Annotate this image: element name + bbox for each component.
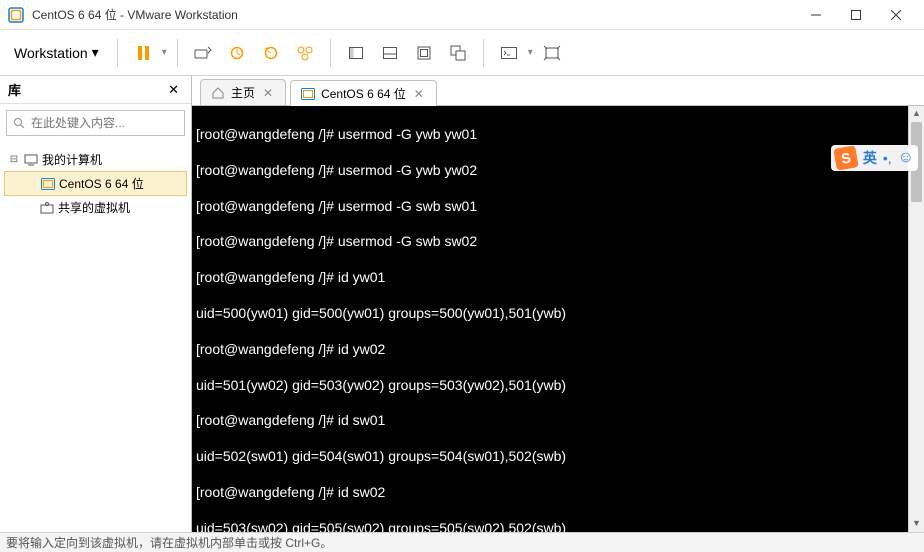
terminal-line: [root@wangdefeng /]# id yw01 xyxy=(196,269,920,287)
computer-icon xyxy=(24,154,38,166)
tree-collapse-icon[interactable]: ⊟ xyxy=(8,154,20,165)
terminal-line: [root@wangdefeng /]# usermod -G ywb yw02 xyxy=(196,162,920,180)
chevron-down-icon: ▾ xyxy=(92,44,99,61)
terminal-line: uid=502(sw01) gid=504(sw01) groups=504(s… xyxy=(196,448,920,466)
separator xyxy=(330,39,331,67)
terminal-line: [root@wangdefeng /]# usermod -G swb sw01 xyxy=(196,198,920,216)
send-ctrl-alt-del-button[interactable] xyxy=(188,38,218,68)
unity-button[interactable] xyxy=(443,38,473,68)
workstation-menu[interactable]: Workstation ▾ xyxy=(6,40,107,65)
pause-button[interactable] xyxy=(128,38,158,68)
manage-snapshots-button[interactable] xyxy=(290,38,320,68)
ime-emoji-icon: ☺ xyxy=(898,149,914,167)
revert-snapshot-button[interactable] xyxy=(256,38,286,68)
tab-label: CentOS 6 64 位 xyxy=(321,85,406,102)
tab-close-button[interactable]: ✕ xyxy=(412,87,426,101)
fullscreen-button[interactable] xyxy=(409,38,439,68)
tree-item-my-computer[interactable]: ⊟ 我的计算机 xyxy=(4,148,187,171)
terminal-line: uid=501(yw02) gid=503(yw02) groups=503(y… xyxy=(196,377,920,395)
tab-bar: 主页 ✕ CentOS 6 64 位 ✕ xyxy=(192,76,924,106)
terminal-line: [root@wangdefeng /]# id sw01 xyxy=(196,412,920,430)
ime-indicator[interactable]: S 英 •, ☺ xyxy=(831,145,918,171)
separator xyxy=(483,39,484,67)
terminal-line: [root@wangdefeng /]# usermod -G swb sw02 xyxy=(196,233,920,251)
window-title: CentOS 6 64 位 - VMware Workstation xyxy=(32,6,796,23)
tree-item-label: CentOS 6 64 位 xyxy=(59,175,144,192)
tree-item-shared-vms[interactable]: 共享的虚拟机 xyxy=(4,196,187,219)
statusbar-text: 要将输入定向到该虚拟机，请在虚拟机内部单击或按 Ctrl+G。 xyxy=(6,534,332,551)
library-tree: ⊟ 我的计算机 CentOS 6 64 位 共享的虚拟机 xyxy=(0,142,191,532)
tree-item-centos[interactable]: CentOS 6 64 位 xyxy=(4,171,187,196)
main-panel: 主页 ✕ CentOS 6 64 位 ✕ [root@wangdefeng /]… xyxy=(192,76,924,532)
stretch-guest-button[interactable] xyxy=(537,38,567,68)
toolbar: Workstation ▾ ▾ ▾ xyxy=(0,30,924,76)
search-input[interactable] xyxy=(31,116,186,130)
workstation-menu-label: Workstation xyxy=(14,45,88,61)
separator xyxy=(117,39,118,67)
terminal-line: [root@wangdefeng /]# id sw02 xyxy=(196,484,920,502)
home-icon xyxy=(211,87,225,99)
maximize-button[interactable] xyxy=(836,0,876,30)
tree-item-label: 共享的虚拟机 xyxy=(58,199,130,216)
vm-icon xyxy=(41,178,55,190)
snapshot-button[interactable] xyxy=(222,38,252,68)
sidebar-header: 库 ✕ xyxy=(0,76,191,104)
separator xyxy=(177,39,178,67)
sidebar-close-button[interactable]: ✕ xyxy=(164,82,183,98)
tab-label: 主页 xyxy=(231,84,255,101)
tab-centos[interactable]: CentOS 6 64 位 ✕ xyxy=(290,80,437,106)
console-view-button[interactable] xyxy=(494,38,524,68)
ime-language: 英 xyxy=(863,148,877,168)
app-icon xyxy=(8,7,24,23)
statusbar: 要将输入定向到该虚拟机，请在虚拟机内部单击或按 Ctrl+G。 xyxy=(0,532,924,552)
scroll-down-arrow[interactable]: ▼ xyxy=(909,516,924,532)
terminal-line: [root@wangdefeng /]# id yw02 xyxy=(196,341,920,359)
tab-home[interactable]: 主页 ✕ xyxy=(200,79,286,105)
chevron-down-icon[interactable]: ▾ xyxy=(528,47,533,58)
terminal-line: [root@wangdefeng /]# usermod -G ywb yw01 xyxy=(196,126,920,144)
sidebar: 库 ✕ ▾ ⊟ 我的计算机 CentOS 6 64 位 共享的虚拟机 xyxy=(0,76,192,532)
search-box[interactable]: ▾ xyxy=(6,110,185,136)
close-button[interactable] xyxy=(876,0,916,30)
scroll-up-arrow[interactable]: ▲ xyxy=(909,106,924,122)
content-area: 库 ✕ ▾ ⊟ 我的计算机 CentOS 6 64 位 共享的虚拟机 xyxy=(0,76,924,532)
ime-punct-icon: •, xyxy=(883,150,892,166)
terminal-line: uid=500(yw01) gid=500(yw01) groups=500(y… xyxy=(196,305,920,323)
minimize-button[interactable] xyxy=(796,0,836,30)
ime-logo-icon: S xyxy=(833,145,858,170)
tab-close-button[interactable]: ✕ xyxy=(261,86,275,100)
terminal-line: uid=503(sw02) gid=505(sw02) groups=505(s… xyxy=(196,520,920,532)
search-icon xyxy=(13,117,25,129)
sidebar-title: 库 xyxy=(8,80,164,99)
tree-item-label: 我的计算机 xyxy=(42,151,102,168)
view-single-button[interactable] xyxy=(341,38,371,68)
shared-icon xyxy=(40,202,54,214)
titlebar: CentOS 6 64 位 - VMware Workstation xyxy=(0,0,924,30)
chevron-down-icon[interactable]: ▾ xyxy=(162,47,167,58)
vm-icon xyxy=(301,88,315,100)
view-thumbnail-button[interactable] xyxy=(375,38,405,68)
terminal[interactable]: [root@wangdefeng /]# usermod -G ywb yw01… xyxy=(192,106,924,532)
